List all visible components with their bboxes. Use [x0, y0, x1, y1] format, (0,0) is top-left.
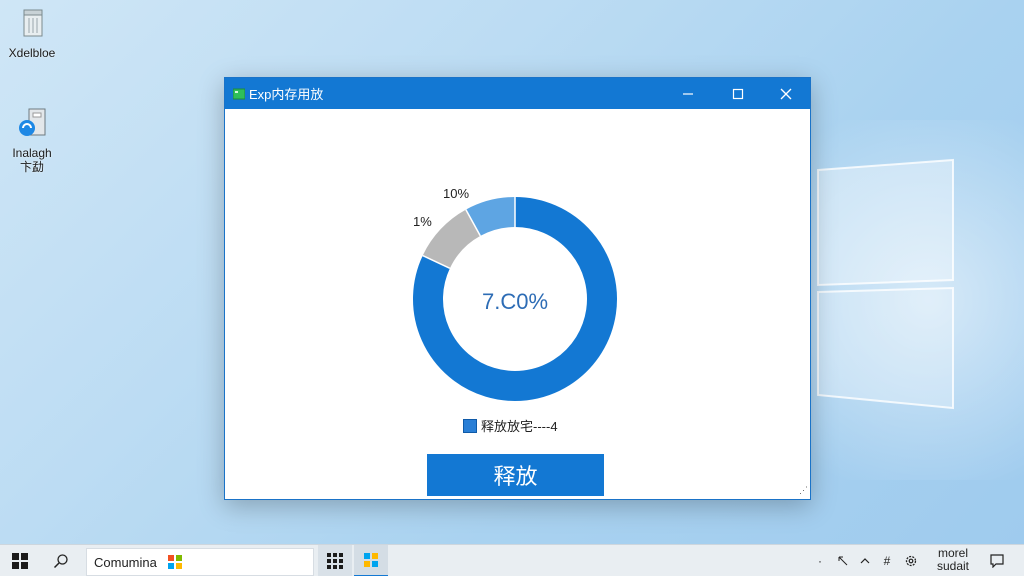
arrow-icon — [838, 556, 848, 566]
tray-arrow-icon[interactable] — [834, 545, 852, 576]
gear-icon — [905, 555, 917, 567]
recycle-bin-icon — [23, 9, 43, 37]
chevron-up-icon — [860, 558, 870, 564]
donut-slice-0 — [422, 209, 481, 269]
windows-start-icon — [12, 553, 28, 569]
tray-settings-button[interactable] — [900, 545, 922, 576]
grid-app-icon — [327, 553, 343, 569]
taskbar-search-box[interactable]: Comumina — [86, 548, 314, 576]
close-button[interactable] — [763, 78, 809, 109]
search-box-text: Comumina — [94, 554, 157, 570]
tray-chevron-up-icon[interactable] — [856, 545, 874, 576]
installer-icon — [19, 108, 46, 136]
taskbar-clock[interactable]: morel sudait — [930, 547, 976, 573]
donut-center-label: 7.C0% — [481, 289, 549, 314]
search-icon — [53, 554, 68, 569]
resize-grip-icon[interactable]: ⋰ — [799, 485, 808, 496]
taskbar: Comumina · # morel sudait — [0, 544, 1024, 576]
desktop-icon-label: Xdelbloe — [8, 46, 56, 60]
wallpaper-windows-logo — [817, 158, 954, 410]
memory-app-icon — [364, 553, 378, 567]
window-content: 7.C0% 10% 1% 释放放宅----4 释放 ⋰ — [225, 109, 810, 498]
desktop-icon-recycle[interactable]: Xdelbloe — [0, 6, 64, 60]
memory-release-window: Exp内存用放 7.C0% 10% 1% 释放放宅----4 释放 ⋰ — [224, 77, 811, 500]
windows-flag-icon — [167, 555, 182, 569]
donut-segment-label-light: 1% — [413, 214, 432, 229]
start-button[interactable] — [2, 545, 38, 576]
minimize-icon — [683, 92, 693, 95]
window-title: Exp内存用放 — [249, 87, 324, 102]
notifications-button[interactable] — [984, 545, 1010, 576]
minimize-button[interactable] — [665, 78, 711, 109]
taskbar-app-grid[interactable] — [318, 545, 352, 576]
legend-label: 释放放宅----4 — [481, 419, 558, 434]
clock-line-2: sudait — [936, 559, 970, 573]
taskbar-app-memory[interactable] — [354, 545, 388, 576]
donut-segment-label-gray: 10% — [443, 186, 470, 201]
legend: 释放放宅----4 — [463, 416, 558, 435]
app-icon — [233, 88, 245, 99]
tray-network-icon[interactable]: # — [878, 545, 896, 576]
search-button[interactable] — [44, 545, 78, 576]
title-bar[interactable]: Exp内存用放 — [225, 78, 810, 109]
maximize-button[interactable] — [715, 78, 761, 109]
notification-icon — [990, 554, 1004, 568]
desktop-icon-app[interactable]: Inalagh 卞勐 — [0, 92, 64, 188]
close-icon — [780, 88, 792, 99]
maximize-icon — [732, 88, 744, 99]
tray-dot-icon[interactable]: · — [812, 545, 828, 576]
legend-swatch — [463, 418, 477, 433]
desktop-icon-label: Inalagh 卞勐 — [12, 146, 52, 174]
release-button[interactable]: 释放 — [427, 454, 604, 496]
donut-slice-1 — [465, 197, 516, 237]
